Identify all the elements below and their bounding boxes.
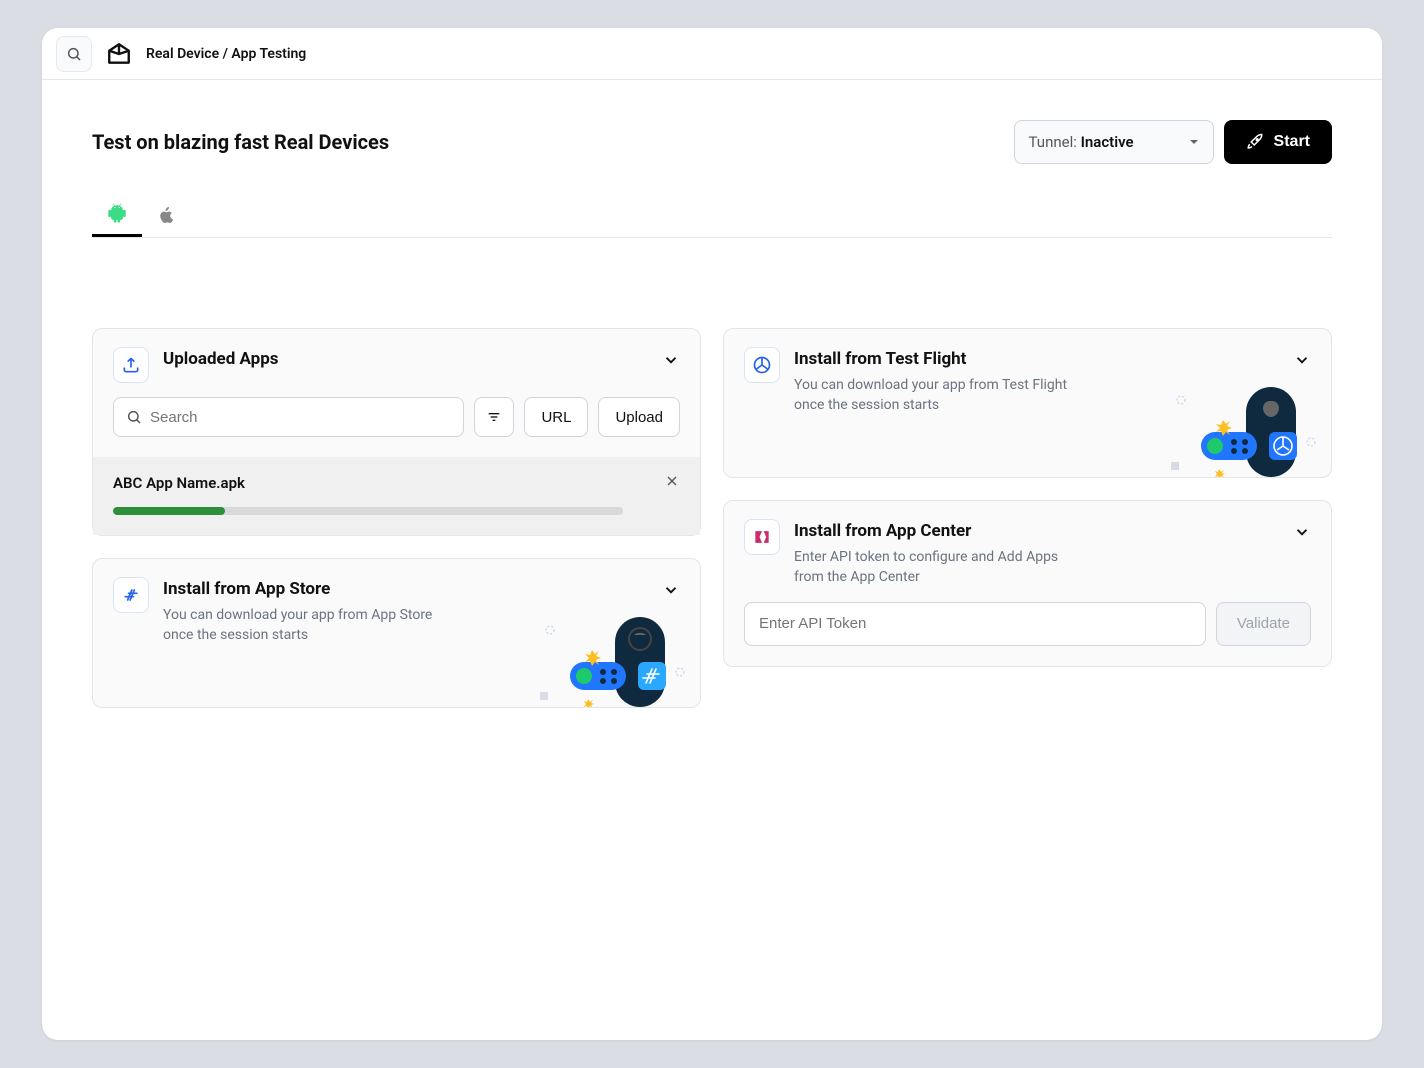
- cancel-upload-button[interactable]: [664, 473, 680, 493]
- app-store-title: Install from App Store: [163, 579, 680, 599]
- topbar: Real Device / App Testing: [42, 28, 1382, 80]
- close-icon: [664, 473, 680, 489]
- cards-grid: Uploaded Apps U: [92, 328, 1332, 708]
- chevron-down-icon: [662, 351, 680, 369]
- header-row: Test on blazing fast Real Devices Tunnel…: [92, 120, 1332, 164]
- url-button[interactable]: URL: [524, 397, 588, 437]
- tunnel-value: Inactive: [1081, 133, 1134, 151]
- breadcrumb: Real Device / App Testing: [146, 46, 306, 62]
- chevron-down-icon: [662, 581, 680, 599]
- content: Test on blazing fast Real Devices Tunnel…: [42, 80, 1382, 1040]
- testflight-icon: [744, 347, 780, 383]
- search-icon: [126, 409, 142, 425]
- start-button[interactable]: Start: [1224, 120, 1332, 164]
- start-label: Start: [1274, 133, 1310, 151]
- page-title: Test on blazing fast Real Devices: [92, 130, 389, 154]
- expand-appcenter[interactable]: [1293, 523, 1311, 545]
- header-actions: Tunnel: Inactive Start: [1014, 120, 1332, 164]
- app-store-card: Install from App Store You can download …: [92, 558, 701, 708]
- api-token-row: Validate: [724, 602, 1331, 666]
- upload-icon: [113, 347, 149, 383]
- progress-fill: [113, 507, 225, 515]
- expand-testflight[interactable]: [1293, 351, 1311, 373]
- platform-tabs: [92, 192, 1332, 238]
- uploaded-apps-title: Uploaded Apps: [163, 349, 680, 369]
- search-input[interactable]: [150, 409, 451, 426]
- tab-android[interactable]: [92, 192, 142, 237]
- apple-icon: [156, 204, 176, 226]
- brand-logo-icon: [106, 41, 132, 67]
- upload-button[interactable]: Upload: [598, 397, 680, 437]
- filter-button[interactable]: [474, 397, 514, 437]
- chevron-down-icon: [1293, 523, 1311, 541]
- appcenter-card: Install from App Center Enter API token …: [723, 500, 1332, 667]
- caret-down-icon: [1189, 137, 1199, 147]
- uploaded-toolbar: URL Upload: [93, 397, 700, 457]
- uploaded-apps-card: Uploaded Apps U: [92, 328, 701, 536]
- search-icon: [66, 46, 82, 62]
- testflight-card: Install from Test Flight You can downloa…: [723, 328, 1332, 478]
- tab-apple[interactable]: [142, 192, 190, 237]
- app-store-sub: You can download your app from App Store…: [163, 605, 453, 646]
- appstore-icon: [113, 577, 149, 613]
- rocket-icon: [1246, 133, 1264, 151]
- tunnel-select[interactable]: Tunnel: Inactive: [1014, 120, 1214, 164]
- appcenter-icon: [744, 519, 780, 555]
- upload-progress-item: ABC App Name.apk: [93, 457, 700, 535]
- expand-uploaded[interactable]: [662, 351, 680, 373]
- expand-appstore[interactable]: [662, 581, 680, 603]
- logo: Real Device / App Testing: [106, 41, 306, 67]
- left-column: Uploaded Apps U: [92, 328, 701, 708]
- testflight-sub: You can download your app from Test Flig…: [794, 375, 1084, 416]
- appcenter-sub: Enter API token to configure and Add App…: [794, 547, 1084, 588]
- validate-button[interactable]: Validate: [1216, 602, 1311, 646]
- api-token-input[interactable]: [744, 602, 1206, 646]
- chevron-down-icon: [1293, 351, 1311, 369]
- upload-file-name: ABC App Name.apk: [113, 474, 245, 492]
- filter-icon: [486, 409, 502, 425]
- right-column: Install from Test Flight You can downloa…: [723, 328, 1332, 708]
- search-field[interactable]: [113, 397, 464, 437]
- global-search-button[interactable]: [56, 36, 92, 72]
- android-icon: [106, 202, 128, 224]
- appcenter-title: Install from App Center: [794, 521, 1311, 541]
- testflight-title: Install from Test Flight: [794, 349, 1311, 369]
- app-window: Real Device / App Testing Test on blazin…: [42, 28, 1382, 1040]
- progress-track: [113, 507, 623, 515]
- tunnel-label: Tunnel:: [1029, 133, 1077, 151]
